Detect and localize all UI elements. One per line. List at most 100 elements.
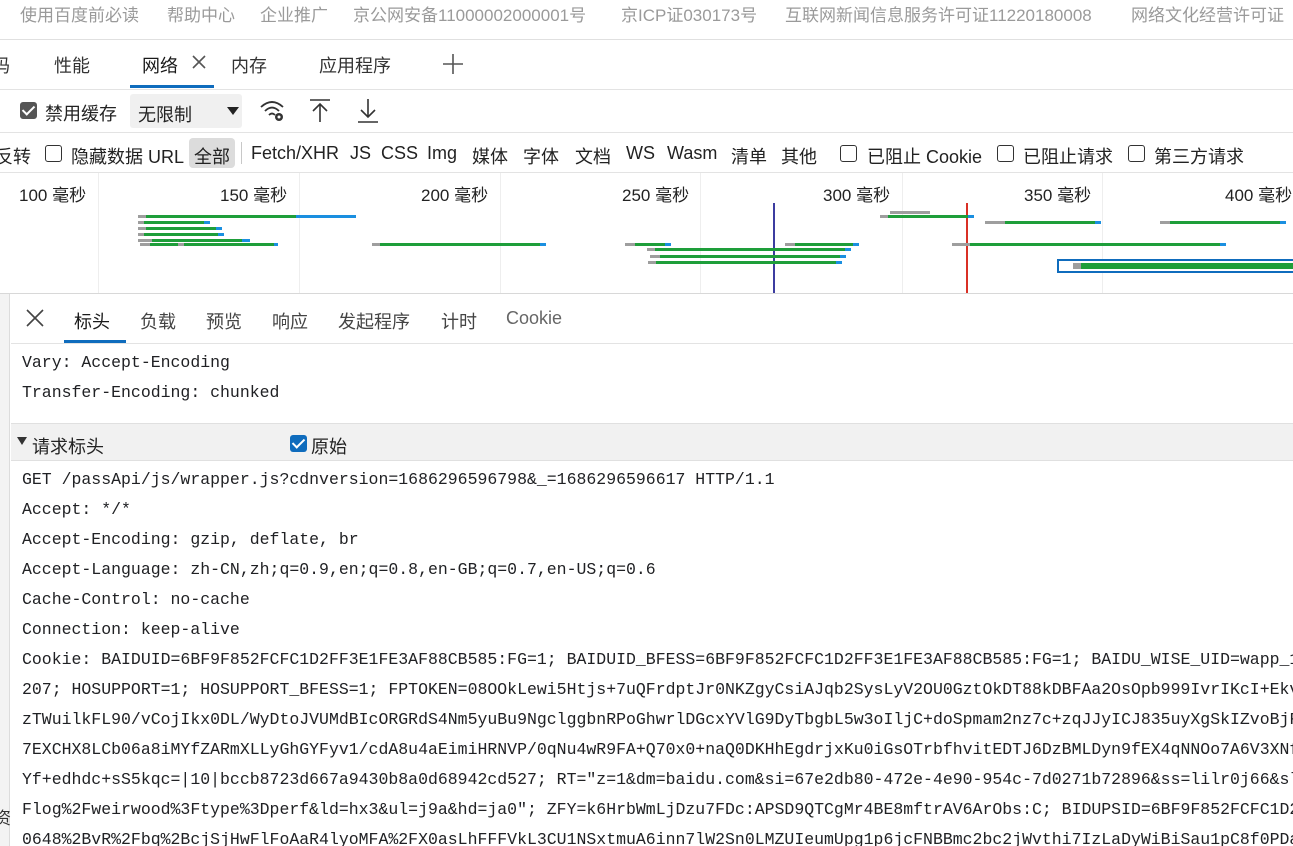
waterfall-bar	[216, 227, 222, 230]
waterfall-bar	[648, 261, 656, 264]
cookie-line: Yf+edhdc+sS5kqc=|10|bccb8723d667a9430b8a…	[22, 770, 1293, 789]
timeline-gridline	[299, 173, 300, 293]
tab-application[interactable]: 应用程序	[319, 52, 391, 78]
hide-data-urls-checkbox[interactable]	[45, 145, 62, 162]
cookie-header-value: Cookie: BAIDUID=6BF9F852FCFC1D2FF3E1FE3A…	[0, 650, 1293, 846]
cookie-line: Cookie: BAIDUID=6BF9F852FCFC1D2FF3E1FE3A…	[22, 650, 1293, 669]
raw-headers-checkbox[interactable]	[290, 435, 307, 452]
waterfall-bar	[840, 255, 846, 258]
tab-sources[interactable]: 码	[0, 52, 10, 78]
waterfall-bar	[785, 243, 795, 246]
request-line: GET /passApi/js/wrapper.js?cdnversion=16…	[22, 470, 775, 489]
close-icon[interactable]	[190, 53, 208, 73]
tab-performance[interactable]: 性能	[54, 52, 90, 78]
request-header-line: Accept-Language: zh-CN,zh;q=0.9,en;q=0.8…	[22, 560, 656, 579]
filter-fetch-xhr[interactable]: Fetch/XHR	[251, 143, 339, 164]
third-party-checkbox[interactable]	[1128, 145, 1145, 162]
footer-link[interactable]: 京公网安备11000002000001号	[353, 1, 586, 26]
third-party-label: 第三方请求	[1154, 147, 1244, 167]
waterfall-bar	[952, 243, 970, 246]
waterfall-bar	[146, 227, 216, 230]
waterfall-bar	[204, 221, 210, 224]
timeline-gridline	[98, 173, 99, 293]
tab-preview[interactable]: 预览	[206, 308, 242, 334]
tab-timing[interactable]: 计时	[441, 308, 477, 334]
waterfall-bar	[795, 243, 853, 246]
add-tab-icon[interactable]	[441, 49, 465, 82]
tab-payload[interactable]: 负载	[140, 308, 176, 334]
timeline-tick-label: 400 毫秒	[1225, 186, 1293, 205]
expand-triangle-icon[interactable]	[17, 437, 27, 445]
footer-link[interactable]: 互联网新闻信息服务许可证11220180008	[785, 1, 1092, 26]
footer-link[interactable]: 京ICP证030173号	[621, 1, 757, 26]
footer-link[interactable]: 帮助中心	[167, 1, 235, 26]
timeline-gridline	[1102, 173, 1103, 293]
waterfall-bar	[152, 239, 242, 242]
waterfall-bar	[1280, 221, 1286, 224]
footer-link[interactable]: 使用百度前必读	[20, 1, 139, 26]
waterfall-bar	[665, 243, 671, 246]
export-har-icon[interactable]	[353, 96, 383, 126]
active-tab-indicator	[130, 85, 214, 88]
filter-js[interactable]: JS	[350, 143, 371, 164]
tab-memory[interactable]: 内存	[231, 52, 267, 78]
close-detail-icon[interactable]	[23, 306, 47, 330]
request-detail-tabs: 标头 负载 预览 响应 发起程序 计时 Cookie	[11, 294, 1293, 344]
filter-media[interactable]: 媒体	[472, 143, 508, 169]
timeline-selection[interactable]	[1057, 259, 1293, 273]
request-header-line: Accept: */*	[22, 500, 131, 519]
waterfall-bar	[1005, 221, 1095, 224]
hide-data-urls-label: 隐藏数据 URL	[71, 147, 185, 167]
filter-wasm[interactable]: Wasm	[667, 143, 717, 164]
cookie-line: 207; HOSUPPORT=1; HOSUPPORT_BFESS=1; FPT…	[22, 680, 1293, 699]
waterfall-bar	[140, 243, 150, 246]
waterfall-bar	[970, 243, 1220, 246]
tab-network[interactable]: 网络	[142, 52, 178, 78]
waterfall-bar	[540, 243, 546, 246]
waterfall-bar	[138, 239, 152, 242]
cookie-line: zTWuilkFL90/vCojIkx0DL/WyDtoJVUMdBIcORGR…	[22, 710, 1293, 729]
filter-css[interactable]: CSS	[381, 143, 418, 164]
footer-link[interactable]: 网络文化经营许可证	[1131, 1, 1284, 26]
cookie-line: 7EXCHX8LCb06a8iMYfZARmXLLyGhGYFyv1/cdA8u…	[22, 740, 1293, 759]
request-headers-section[interactable]: 请求标头 原始	[11, 423, 1293, 461]
waterfall-bar	[880, 215, 888, 218]
waterfall-bar	[845, 248, 851, 251]
invert-label[interactable]: 反转	[0, 143, 31, 169]
header-line: Vary: Accept-Encoding	[22, 353, 230, 372]
waterfall-bar	[968, 215, 974, 218]
request-headers-title[interactable]: 请求标头	[32, 433, 104, 459]
active-detail-tab-indicator	[64, 340, 126, 343]
blocked-requests-checkbox[interactable]	[997, 145, 1014, 162]
filter-doc[interactable]: 文档	[575, 143, 611, 169]
footer-link[interactable]: 企业推广	[260, 1, 328, 26]
throttling-select[interactable]: 无限制	[130, 94, 242, 128]
waterfall-bar	[218, 233, 224, 236]
raw-headers-label: 原始	[311, 437, 347, 457]
blocked-cookies-checkbox[interactable]	[840, 145, 857, 162]
request-header-line: Connection: keep-alive	[22, 620, 240, 639]
import-har-icon[interactable]	[305, 96, 335, 126]
waterfall-bar	[372, 243, 380, 246]
filter-font[interactable]: 字体	[523, 143, 559, 169]
tab-response[interactable]: 响应	[272, 308, 308, 334]
timeline-gridline	[700, 173, 701, 293]
filter-all[interactable]: 全部	[194, 143, 230, 169]
waterfall-bar	[888, 215, 968, 218]
filter-other[interactable]: 其他	[781, 143, 817, 169]
tab-cookies[interactable]: Cookie	[506, 308, 562, 329]
network-conditions-icon[interactable]	[258, 96, 288, 126]
filter-divider	[241, 142, 242, 164]
filter-manifest[interactable]: 清单	[731, 143, 767, 169]
waterfall-bar	[650, 255, 660, 258]
chevron-down-icon	[227, 107, 239, 115]
timeline-overview[interactable]: 100 毫秒 150 毫秒 200 毫秒 250 毫秒 300 毫秒 350 毫…	[0, 173, 1293, 294]
tab-headers[interactable]: 标头	[74, 308, 110, 334]
waterfall-bar	[1095, 221, 1101, 224]
waterfall-bar	[1170, 221, 1280, 224]
filter-img[interactable]: Img	[427, 143, 457, 164]
disable-cache-checkbox[interactable]	[20, 102, 37, 119]
filter-bar: 反转 隐藏数据 URL 全部 Fetch/XHR JS CSS Img 媒体 字…	[0, 133, 1293, 173]
filter-ws[interactable]: WS	[626, 143, 655, 164]
tab-initiator[interactable]: 发起程序	[338, 308, 410, 334]
